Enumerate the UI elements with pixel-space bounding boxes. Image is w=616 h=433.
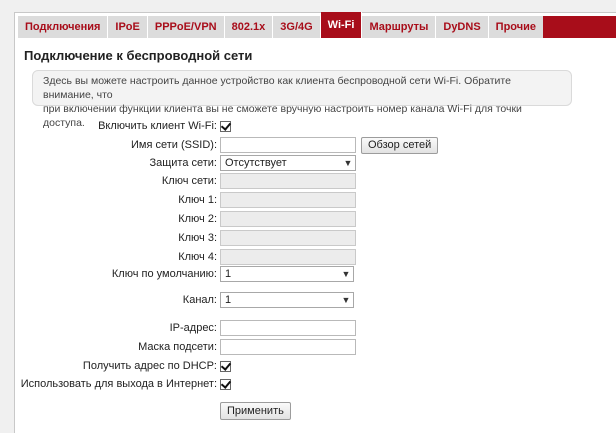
ip-address-label: IP-адрес:: [169, 322, 217, 334]
key-3-input: [220, 230, 356, 246]
key-4-input: [220, 249, 356, 265]
tab-connections[interactable]: Подключения: [18, 16, 109, 38]
row-internet: Использовать для выхода в Интернет:: [0, 375, 616, 393]
row-key-1: Ключ 1:: [0, 191, 616, 209]
channel-label: Канал:: [182, 294, 217, 306]
scan-networks-button[interactable]: Обзор сетей: [361, 136, 439, 154]
tab-routes[interactable]: Маршруты: [362, 16, 437, 38]
tab-ipoe[interactable]: IPoE: [108, 16, 148, 38]
dhcp-label: Получить адрес по DHCP:: [82, 360, 217, 372]
apply-button[interactable]: Применить: [220, 402, 291, 420]
tab-other[interactable]: Прочие: [488, 16, 544, 38]
key-3-label: Ключ 3:: [178, 232, 217, 244]
tab-8021x[interactable]: 802.1x: [224, 16, 274, 38]
key-1-input: [220, 192, 356, 208]
row-key-2: Ключ 2:: [0, 210, 616, 228]
row-ssid: Имя сети (SSID): Обзор сетей: [0, 136, 616, 154]
info-note-line-1: Здесь вы можете настроить данное устройс…: [43, 75, 511, 101]
channel-select[interactable]: 1 ▼: [220, 292, 354, 308]
subnet-mask-input[interactable]: [220, 339, 356, 355]
chevron-down-icon: ▼: [341, 269, 351, 279]
tab-dydns[interactable]: DyDNS: [436, 16, 489, 38]
ssid-input[interactable]: [220, 137, 356, 153]
default-key-label: Ключ по умолчанию:: [111, 268, 217, 280]
default-key-select[interactable]: 1 ▼: [220, 266, 354, 282]
info-note: Здесь вы можете настроить данное устройс…: [32, 70, 572, 129]
enable-client-label: Включить клиент Wi-Fi:: [98, 120, 217, 132]
key-4-label: Ключ 4:: [178, 251, 217, 263]
row-dhcp: Получить адрес по DHCP:: [0, 357, 616, 375]
chevron-down-icon: ▼: [341, 295, 351, 305]
row-ip-address: IP-адрес:: [0, 319, 616, 337]
tab-3g4g[interactable]: 3G/4G: [273, 16, 321, 38]
row-channel: Канал: 1 ▼: [0, 291, 616, 309]
tab-pppoe-vpn[interactable]: PPPoE/VPN: [147, 16, 225, 38]
dhcp-checkbox[interactable]: [220, 360, 231, 372]
row-apply: Применить: [0, 402, 616, 420]
row-subnet-mask: Маска подсети:: [0, 338, 616, 356]
row-security: Защита сети: Отсутствует ▼: [0, 154, 616, 172]
ip-address-input[interactable]: [220, 320, 356, 336]
tab-wifi[interactable]: Wi-Fi: [320, 12, 363, 38]
key-2-label: Ключ 2:: [178, 213, 217, 225]
internet-checkbox[interactable]: [220, 378, 231, 390]
key-2-input: [220, 211, 356, 227]
network-key-label: Ключ сети:: [161, 175, 217, 187]
default-key-select-value: 1: [225, 268, 232, 280]
security-label: Защита сети:: [149, 157, 217, 169]
subnet-mask-label: Маска подсети:: [138, 341, 217, 353]
page-title: Подключение к беспроводной сети: [24, 48, 253, 63]
row-default-key: Ключ по умолчанию: 1 ▼: [0, 265, 616, 283]
channel-select-value: 1: [225, 294, 232, 306]
row-key-4: Ключ 4:: [0, 248, 616, 266]
network-key-input: [220, 173, 356, 189]
internet-label: Использовать для выхода в Интернет:: [20, 378, 217, 390]
chevron-down-icon: ▼: [343, 158, 353, 168]
row-enable-client: Включить клиент Wi-Fi:: [0, 117, 616, 135]
row-key-3: Ключ 3:: [0, 229, 616, 247]
key-1-label: Ключ 1:: [178, 194, 217, 206]
security-select[interactable]: Отсутствует ▼: [220, 155, 356, 171]
ssid-label: Имя сети (SSID):: [130, 139, 217, 151]
row-network-key: Ключ сети:: [0, 172, 616, 190]
tab-bar: Подключения IPoE PPPoE/VPN 802.1x 3G/4G …: [18, 12, 616, 38]
enable-client-checkbox[interactable]: [220, 120, 231, 132]
security-select-value: Отсутствует: [225, 157, 287, 169]
